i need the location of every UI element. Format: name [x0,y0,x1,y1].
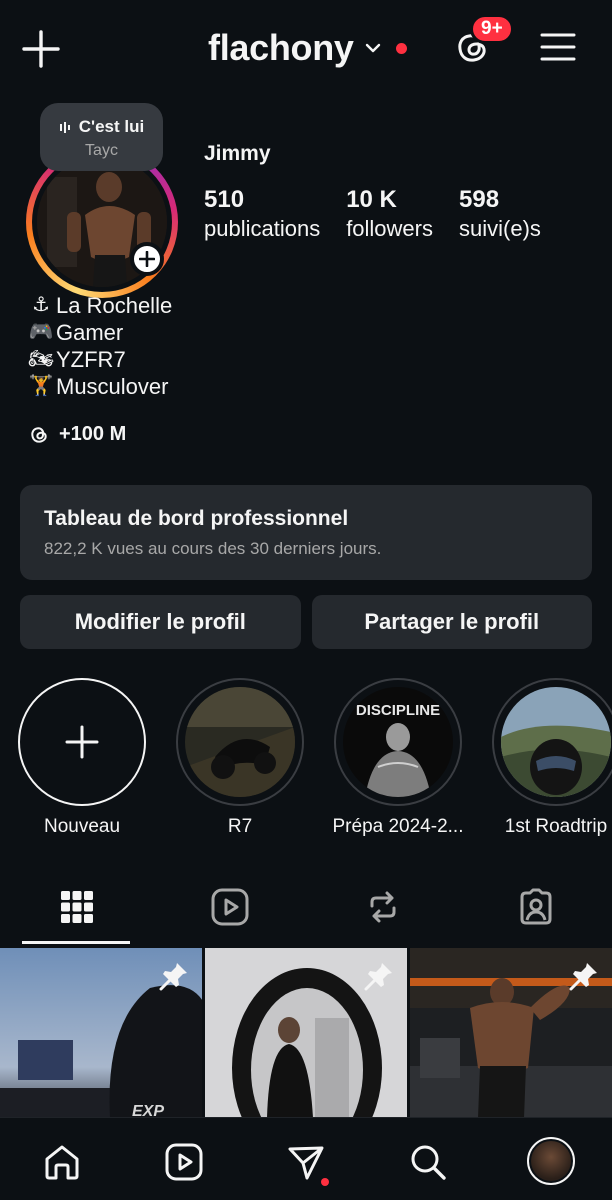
highlight-r7[interactable]: R7 [160,678,320,838]
menu-icon[interactable] [540,31,576,63]
pin-icon [364,963,392,991]
bio-line: 🏍 YZFR7 [28,347,126,372]
profile-tabs [0,878,612,948]
grid-icon [60,891,93,923]
highlight-thumbnail: DISCIPLINE [343,687,453,797]
reels-icon [211,888,248,926]
audio-bars-icon [59,122,70,133]
gamepad-icon: 🎮 [28,321,54,343]
note-title: C'est lui [78,117,145,136]
tab-reels[interactable] [153,878,306,936]
notification-dot [321,1178,329,1186]
repost-icon [370,891,395,923]
stat-following[interactable]: 598 suivi(e)s [459,186,541,244]
bio-line: ⚓ La Rochelle [28,292,172,319]
highlight-thumbnail [185,687,295,797]
display-name: Jimmy [204,142,271,165]
dashboard-title: Tableau de bord professionnel [44,507,349,530]
add-story-button[interactable] [130,242,164,276]
username: flachony [208,27,354,68]
pin-icon [569,963,597,991]
highlight-new[interactable]: Nouveau [2,678,162,838]
post-grid: EXP [0,948,612,1118]
motorcycle-icon: 🏍 [28,348,54,370]
reels-icon [165,1143,203,1181]
bottom-navigation [0,1117,612,1200]
plus-icon [65,725,99,759]
create-plus-icon[interactable] [22,30,60,68]
nav-direct-messages[interactable] [284,1140,329,1186]
tagged-person-icon [520,888,551,925]
share-profile-button[interactable]: Partager le profil [311,595,592,649]
pin-icon [159,963,187,991]
account-switcher[interactable]: flachony [208,26,407,70]
bio-line: 🎮 Gamer [28,320,124,345]
highlight-label: Prépa 2024-2... [332,816,464,837]
nav-search[interactable] [406,1140,450,1184]
plus-icon [139,251,155,267]
profile-actions: Modifier le profil Partager le profil [20,595,592,649]
professional-dashboard[interactable]: Tableau de bord professionnel 822,2 K vu… [20,485,592,580]
weightlifter-icon: 🏋 [28,375,54,397]
decorative-letters: EXP [132,1103,164,1118]
send-icon [288,1146,324,1180]
chevron-down-icon [365,43,380,53]
stat-followers[interactable]: 10 K followers [346,186,433,244]
story-highlights: Nouveau R7 DISCIPLINE Prépa 2024-2... 1s… [0,678,612,843]
profile-bio: ⚓ La Rochelle 🎮 Gamer 🏍 YZFR7 🏋 Musculov… [28,292,172,400]
nav-home[interactable] [40,1140,84,1184]
dashboard-subtitle: 822,2 K vues au cours des 30 derniers jo… [44,539,382,558]
note-bubble[interactable]: C'est lui Tayc [40,103,163,171]
avatar [527,1137,575,1185]
post-thumbnail[interactable] [205,948,407,1118]
bio-line: 🏋 Musculover [28,374,169,399]
discipline-text: DISCIPLINE [356,702,440,719]
stat-publications[interactable]: 510 publications [204,186,320,244]
tab-reposts[interactable] [306,878,459,936]
nav-profile[interactable] [526,1136,576,1186]
post-thumbnail[interactable]: EXP [0,948,202,1118]
nav-reels[interactable] [162,1140,206,1184]
edit-profile-button[interactable]: Modifier le profil [20,595,301,649]
highlight-label: 1st Roadtrip [504,816,608,837]
threads-profile-link[interactable]: +100 M [28,423,126,446]
highlight-thumbnail [501,687,611,797]
active-tab-indicator [22,941,130,944]
anchor-icon: ⚓ [32,294,50,316]
post-thumbnail[interactable] [410,948,612,1118]
home-icon [45,1145,79,1180]
top-bar: flachony 9+ [0,0,612,96]
threads-badge: 9+ [470,14,514,44]
highlight-label: Nouveau [43,816,121,837]
tab-posts-grid[interactable] [0,878,153,936]
highlight-label: R7 [227,816,253,837]
note-subtitle: Tayc [85,142,118,159]
search-icon [411,1145,446,1180]
threads-count: +100 M [59,423,127,445]
threads-icon [31,426,47,443]
profile-stats: 510 publications 10 K followers 598 suiv… [204,186,567,244]
tab-tagged[interactable] [459,878,612,936]
notification-dot [395,42,407,54]
highlight-prepa[interactable]: DISCIPLINE Prépa 2024-2... [318,678,478,838]
highlight-roadtrip[interactable]: 1st Roadtrip [476,678,612,838]
